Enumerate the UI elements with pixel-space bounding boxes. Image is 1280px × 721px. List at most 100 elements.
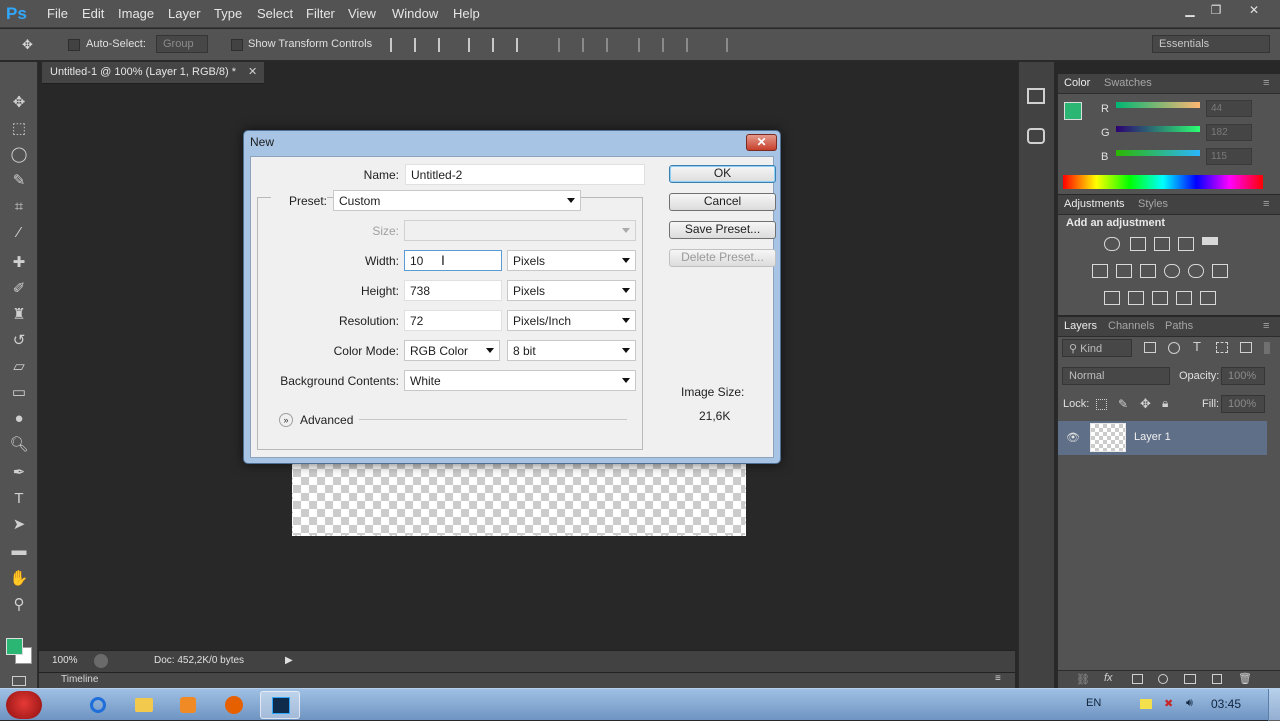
resolution-input[interactable]: 72	[404, 310, 502, 331]
move-tool-icon[interactable]: ✥	[8, 92, 30, 114]
menu-view[interactable]: View	[348, 6, 376, 21]
filter-type-icon[interactable]: T	[1193, 339, 1201, 354]
brightness-icon[interactable]	[1104, 237, 1120, 251]
eraser-tool-icon[interactable]: ▱	[8, 356, 30, 378]
tab-paths[interactable]: Paths	[1165, 320, 1193, 332]
dodge-tool-icon[interactable]: 🔍︎	[8, 434, 30, 456]
tab-styles[interactable]: Styles	[1138, 198, 1168, 210]
document-tab[interactable]: Untitled-1 @ 100% (Layer 1, RGB/8) * ✕	[42, 62, 264, 84]
new-group-icon[interactable]	[1184, 674, 1196, 684]
color-balance-icon[interactable]	[1116, 264, 1132, 278]
taskbar-photoshop-icon[interactable]	[260, 691, 300, 719]
quick-mask-icon[interactable]	[12, 676, 26, 686]
filter-toggle-icon[interactable]	[1264, 342, 1270, 354]
menu-edit[interactable]: Edit	[82, 6, 104, 21]
align-vcenter-icon[interactable]	[414, 38, 428, 52]
filter-shape-icon[interactable]	[1216, 342, 1228, 353]
quick-select-tool-icon[interactable]: ✎	[8, 170, 30, 192]
path-select-tool-icon[interactable]: ➤	[8, 514, 30, 536]
clock[interactable]: 03:45	[1211, 697, 1241, 711]
hand-tool-icon[interactable]: ✋	[8, 568, 30, 590]
menu-file[interactable]: File	[47, 6, 68, 21]
new-layer-icon[interactable]	[1212, 674, 1222, 684]
eye-visibility-icon[interactable]: 👁︎	[1066, 431, 1080, 444]
blend-mode-dropdown[interactable]: Normal	[1062, 367, 1170, 385]
taskbar-firefox-icon[interactable]	[214, 691, 254, 719]
status-menu-arrow-icon[interactable]: ▶	[285, 655, 293, 666]
align-left-icon[interactable]	[468, 38, 482, 52]
workspace-dropdown[interactable]: Essentials	[1152, 35, 1270, 53]
invert-icon[interactable]	[1104, 291, 1120, 305]
layer-row[interactable]: 👁︎ Layer 1	[1058, 421, 1267, 455]
type-tool-icon[interactable]: T	[8, 488, 30, 510]
pen-tool-icon[interactable]: ✒	[8, 462, 30, 484]
red-slider[interactable]	[1116, 102, 1200, 108]
foreground-color-swatch[interactable]	[1064, 102, 1082, 120]
background-contents-dropdown[interactable]: White	[404, 370, 636, 391]
blue-slider[interactable]	[1116, 150, 1200, 156]
height-input[interactable]: 738	[404, 280, 502, 301]
exposure-icon[interactable]	[1178, 237, 1194, 251]
taskbar-media-player-icon[interactable]	[168, 691, 208, 719]
red-value[interactable]: 44	[1206, 100, 1252, 117]
cancel-button[interactable]: Cancel	[669, 193, 776, 211]
green-value[interactable]: 182	[1206, 124, 1252, 141]
layer-name[interactable]: Layer 1	[1134, 431, 1171, 443]
align-top-icon[interactable]	[390, 38, 404, 52]
auto-align-icon[interactable]	[726, 38, 740, 52]
properties-panel-icon[interactable]	[1027, 128, 1045, 144]
tab-channels[interactable]: Channels	[1108, 320, 1154, 332]
panel-menu-icon[interactable]: ≡	[1263, 77, 1269, 89]
distribute-bottom-icon[interactable]	[606, 38, 620, 52]
rectangle-tool-icon[interactable]: ▬	[8, 540, 30, 562]
timeline-label[interactable]: Timeline	[61, 674, 98, 685]
dialog-close-button[interactable]: ✕	[746, 134, 777, 151]
tab-color[interactable]: Color	[1064, 77, 1090, 89]
distribute-top-icon[interactable]	[558, 38, 572, 52]
bit-depth-dropdown[interactable]: 8 bit	[507, 340, 636, 361]
menu-filter[interactable]: Filter	[306, 6, 335, 21]
filter-adjustment-icon[interactable]	[1168, 342, 1180, 354]
auto-select-checkbox[interactable]	[68, 39, 80, 51]
panel-menu-icon[interactable]: ≡	[1263, 198, 1269, 210]
menu-window[interactable]: Window	[392, 6, 438, 21]
delete-layer-icon[interactable]: 🗑︎	[1238, 672, 1252, 685]
fill-input[interactable]: 100%	[1221, 395, 1265, 413]
foreground-color-swatch[interactable]	[6, 638, 23, 655]
canvas-transparent[interactable]	[292, 460, 746, 536]
curves-icon[interactable]	[1154, 237, 1170, 251]
fx-icon[interactable]: fx	[1104, 672, 1113, 684]
panel-menu-icon[interactable]: ≡	[1263, 320, 1269, 332]
tray-icon[interactable]	[1140, 699, 1152, 709]
photo-filter-icon[interactable]	[1164, 264, 1180, 278]
language-indicator[interactable]: EN	[1086, 697, 1101, 709]
color-lookup-icon[interactable]	[1212, 264, 1228, 278]
hue-saturation-icon[interactable]	[1092, 264, 1108, 278]
lock-pixels-icon[interactable]: ✎	[1118, 397, 1128, 411]
advanced-label[interactable]: Advanced	[300, 413, 353, 427]
color-spectrum-ramp[interactable]	[1063, 175, 1263, 189]
brush-tool-icon[interactable]: ✐	[8, 278, 30, 300]
height-unit-dropdown[interactable]: Pixels	[507, 280, 636, 301]
distribute-vcenter-icon[interactable]	[582, 38, 596, 52]
posterize-icon[interactable]	[1128, 291, 1144, 305]
transform-controls-checkbox[interactable]	[231, 39, 243, 51]
gradient-map-icon[interactable]	[1200, 291, 1216, 305]
levels-icon[interactable]	[1130, 237, 1146, 251]
filter-smart-object-icon[interactable]	[1240, 342, 1252, 353]
menu-select[interactable]: Select	[257, 6, 293, 21]
zoom-level[interactable]: 100%	[52, 655, 78, 666]
channel-mixer-icon[interactable]	[1188, 264, 1204, 278]
green-slider[interactable]	[1116, 126, 1200, 132]
blur-tool-icon[interactable]: ●	[8, 408, 30, 430]
maximize-icon[interactable]: ❐	[1206, 3, 1226, 17]
menu-help[interactable]: Help	[453, 6, 480, 21]
filter-pixel-icon[interactable]	[1144, 342, 1156, 353]
lock-position-icon[interactable]: ✥	[1140, 396, 1151, 412]
advanced-expand-icon[interactable]: »	[279, 413, 293, 427]
size-dropdown[interactable]	[404, 220, 636, 241]
threshold-icon[interactable]	[1152, 291, 1168, 305]
distribute-hcenter-icon[interactable]	[662, 38, 676, 52]
layer-filter-kind-dropdown[interactable]: ⚲ Kind	[1062, 339, 1132, 357]
crop-tool-icon[interactable]: ⌗	[8, 196, 30, 218]
